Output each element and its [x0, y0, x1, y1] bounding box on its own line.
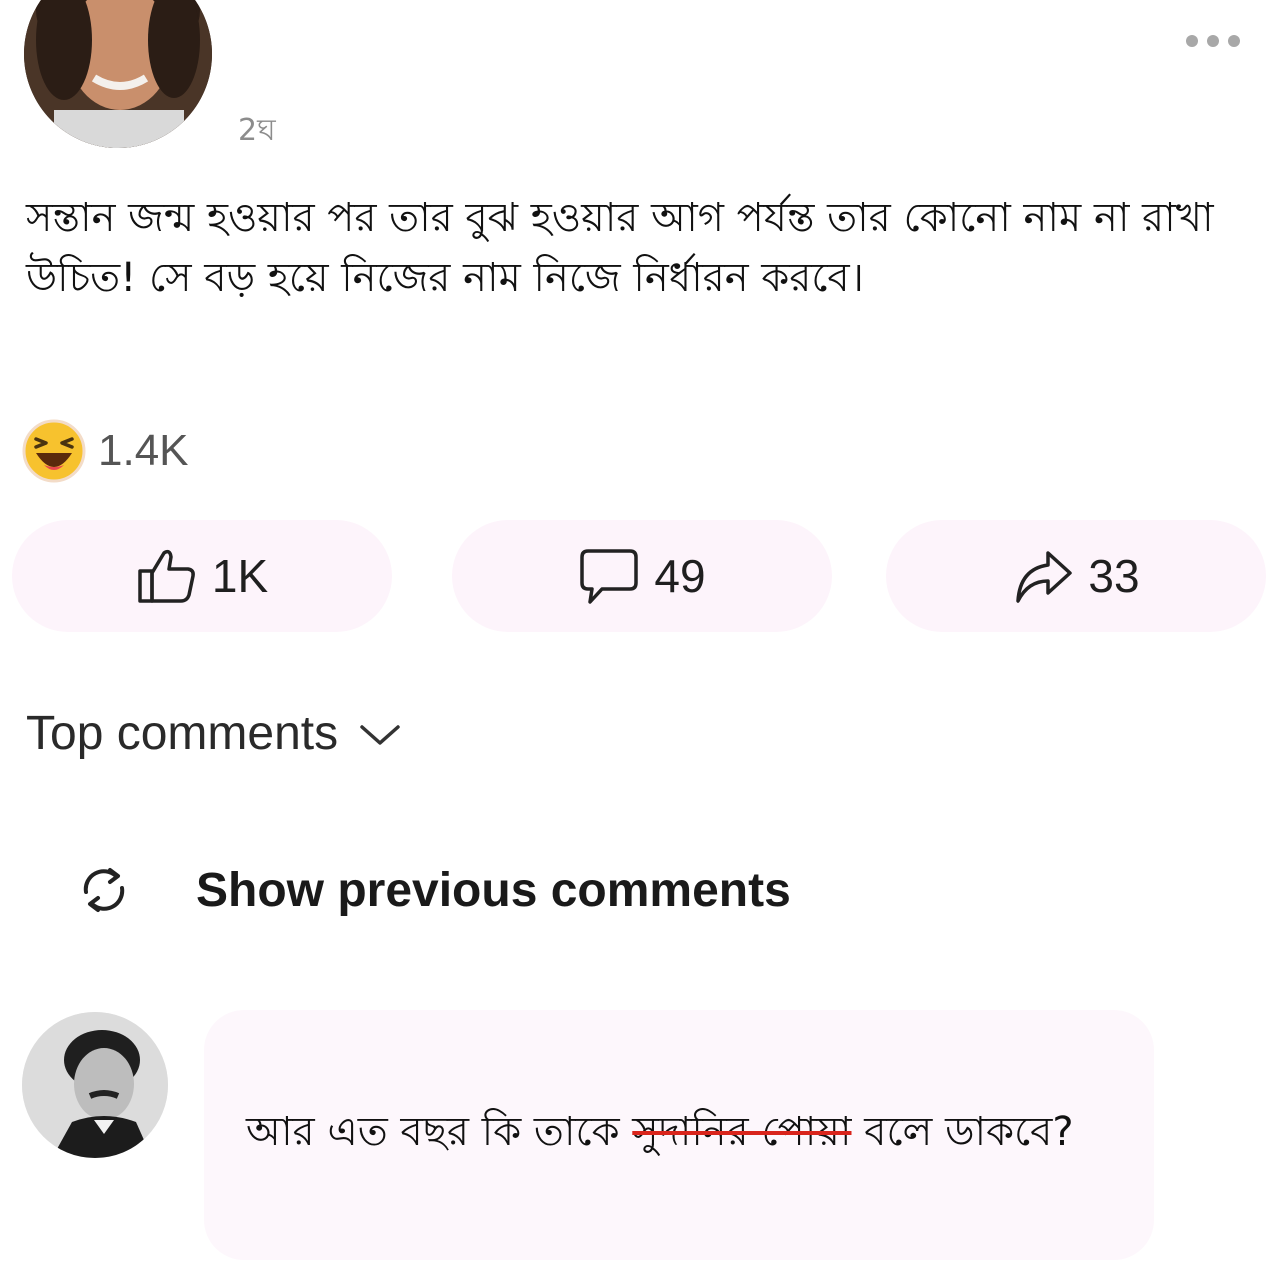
comment-text: আর এত বছর কি তাকে সুদানির পোয়া বলে ডাকব… — [246, 1100, 1126, 1164]
more-options-icon[interactable] — [1186, 28, 1252, 54]
chevron-down-icon — [360, 724, 400, 745]
show-previous-comments-button[interactable]: Show previous comments — [76, 862, 791, 918]
commenter-avatar[interactable] — [22, 1012, 168, 1158]
thumbs-up-icon — [138, 549, 195, 603]
more-dot — [1228, 35, 1240, 47]
commenter-photo — [22, 1012, 168, 1158]
more-dot — [1207, 35, 1219, 47]
comment-count: 49 — [654, 550, 706, 602]
post-author-avatar[interactable] — [24, 0, 212, 148]
like-count: 1K — [211, 550, 269, 602]
reaction-summary[interactable]: 1.4K — [22, 418, 189, 484]
comment-text-after: বলে ডাকবে? — [851, 1109, 1074, 1155]
comment-sort-dropdown[interactable]: Top comments — [26, 706, 402, 761]
post-text: সন্তান জন্ম হওয়ার পর তার বুঝ হওয়ার আগ … — [26, 195, 1214, 301]
post-timestamp: 2ঘ — [238, 113, 276, 148]
comment-sort-label: Top comments — [26, 707, 339, 760]
avatar-photo — [24, 0, 212, 148]
more-dot — [1186, 35, 1198, 47]
comment-button[interactable]: 49 — [452, 520, 832, 632]
like-button[interactable]: 1K — [12, 520, 392, 632]
share-button[interactable]: 33 — [886, 520, 1266, 632]
refresh-icon — [83, 868, 125, 912]
comment-text-before: আর এত বছর কি তাকে — [246, 1109, 633, 1155]
reaction-count: 1.4K — [98, 426, 189, 475]
comment-struck-text: সুদানির পোয়া — [632, 1109, 852, 1155]
show-previous-comments-label: Show previous comments — [196, 863, 791, 917]
haha-emoji-icon — [22, 419, 86, 483]
share-count: 33 — [1088, 550, 1140, 602]
comment-bubble-icon — [580, 549, 639, 604]
share-arrow-icon — [1016, 551, 1073, 603]
